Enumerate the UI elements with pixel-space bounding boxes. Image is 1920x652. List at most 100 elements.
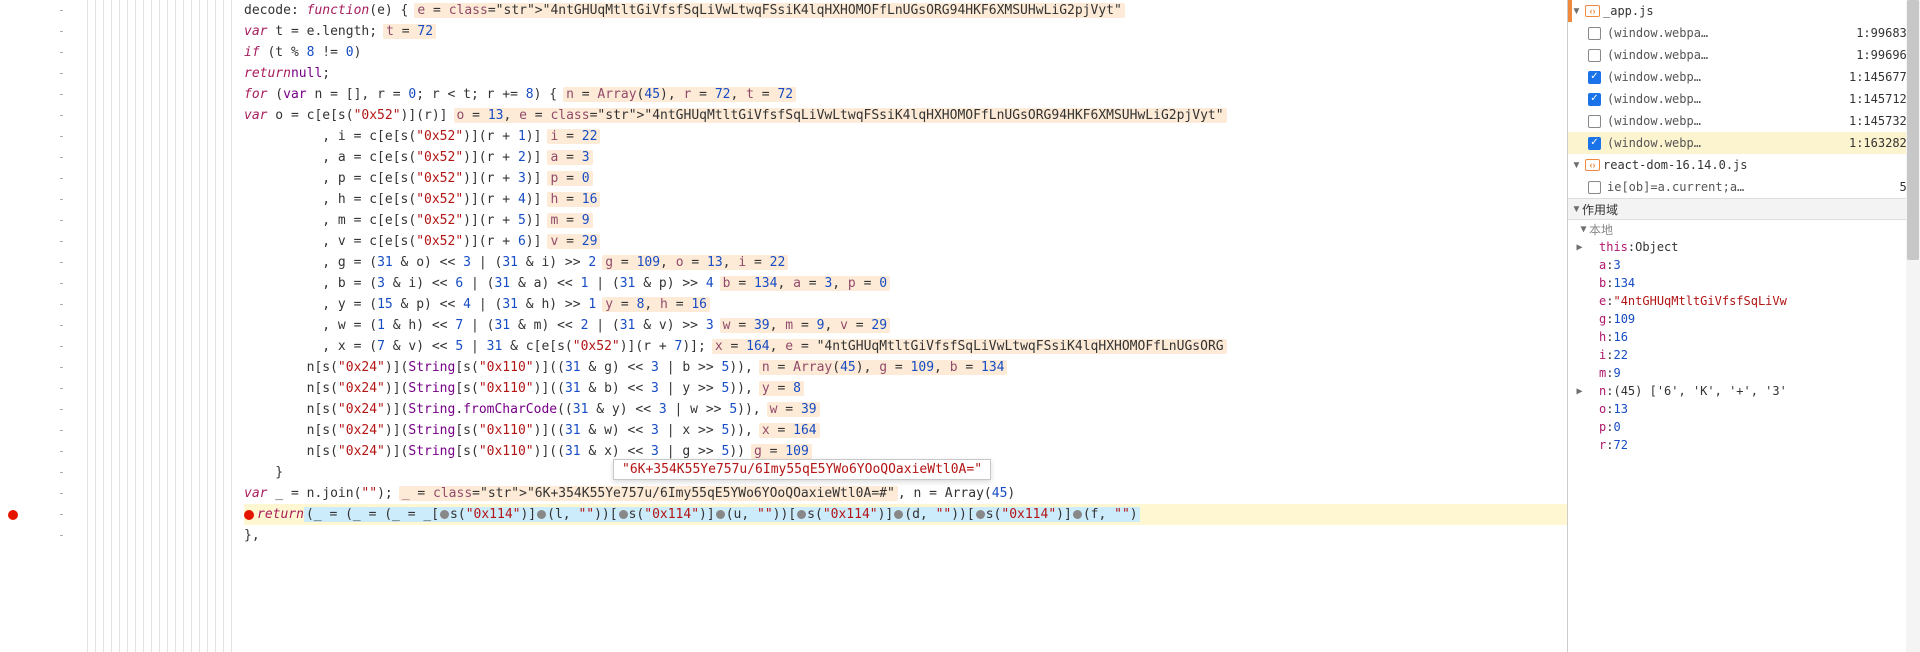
scope-variable[interactable]: m: 9 (1568, 364, 1920, 382)
var-value: 22 (1613, 348, 1627, 362)
chevron-icon[interactable]: ▼ (1571, 6, 1582, 17)
scope-variable[interactable]: ▶n: (45) ['6', 'K', '+', '3' (1568, 382, 1920, 400)
breakpoint-item[interactable]: (window.webp…1:1457126 (1568, 88, 1920, 110)
code-line[interactable]: n[s("0x24")](String[s("0x110")]((31 & w)… (244, 420, 1567, 441)
breakpoint-gutter[interactable] (0, 0, 36, 652)
file-name: _app.js (1603, 4, 1654, 18)
code-line[interactable]: return (_ = (_ = (_ = _[s("0x114")](l, "… (244, 504, 1567, 525)
breakpoint-item[interactable]: (window.webpa…1:996967 (1568, 44, 1920, 66)
breakpoint-checkbox[interactable] (1588, 49, 1601, 62)
breakpoint-label: ie[ob]=a.current;a… (1607, 180, 1894, 194)
file-group-header[interactable]: ▼‹›react-dom-16.14.0.js (1568, 154, 1920, 176)
var-name: g (1599, 312, 1606, 326)
scope-variable[interactable]: r: 72 (1568, 436, 1920, 454)
chevron-icon[interactable]: ▼ (1571, 160, 1582, 171)
code-line[interactable]: }, (244, 525, 1567, 546)
code-line[interactable]: var o = c[e[s("0x52")](r)]o = 13, e = cl… (244, 105, 1567, 126)
breakpoint-checkbox[interactable] (1588, 181, 1601, 194)
var-name: m (1599, 366, 1606, 380)
inline-eval: o = 13, e = class="str">"4ntGHUqMtltGiVf… (454, 108, 1227, 123)
scope-variable[interactable]: p: 0 (1568, 418, 1920, 436)
var-value: 13 (1613, 402, 1627, 416)
paused-marker (244, 510, 254, 520)
breakpoint-item[interactable]: ie[ob]=a.current;a…58 (1568, 176, 1920, 198)
var-name: r (1599, 438, 1606, 452)
scope-variable[interactable]: o: 13 (1568, 400, 1920, 418)
js-file-icon: ‹› (1585, 5, 1600, 17)
inline-eval: y = 8, h = 16 (602, 297, 710, 312)
breakpoint-label: (window.webpa… (1607, 26, 1850, 40)
code-line[interactable]: decode: function(e) {e = class="str">"4n… (244, 0, 1567, 21)
scope-variable[interactable]: h: 16 (1568, 328, 1920, 346)
scope-local-header[interactable]: ▼ 本地 (1568, 220, 1920, 238)
var-name: i (1599, 348, 1606, 362)
code-line[interactable]: , v = c[e[s("0x52")](r + 6)]v = 29 (244, 231, 1567, 252)
code-line[interactable]: , w = (1 & h) << 7 | (31 & m) << 2 | (31… (244, 315, 1567, 336)
breakpoint-label: (window.webp… (1607, 136, 1843, 150)
breakpoint-checkbox[interactable] (1588, 71, 1601, 84)
code-line[interactable]: , x = (7 & v) << 5 | 31 & c[e[s("0x52")]… (244, 336, 1567, 357)
code-line[interactable]: var _ = n.join("");_ = class="str">"6K+3… (244, 483, 1567, 504)
breakpoint-checkbox[interactable] (1588, 27, 1601, 40)
scrollbar-thumb[interactable] (1907, 0, 1919, 260)
scope-local-title: 本地 (1589, 221, 1613, 238)
code-line[interactable]: n[s("0x24")](String[s("0x110")]((31 & b)… (244, 378, 1567, 399)
code-line[interactable]: return null; (244, 63, 1567, 84)
code-line[interactable]: n[s("0x24")](String[s("0x110")]((31 & g)… (244, 357, 1567, 378)
var-name: this (1599, 240, 1628, 254)
breakpoint-checkbox[interactable] (1588, 115, 1601, 128)
value-tooltip: "6K+354K55Ye757u/6Imy55qE5YWo6YOoQOaxieW… (613, 459, 991, 480)
code-line[interactable]: , i = c[e[s("0x52")](r + 1)]i = 22 (244, 126, 1567, 147)
scope-variable[interactable]: g: 109 (1568, 310, 1920, 328)
inline-eval: e = class="str">"4ntGHUqMtltGiVfsfSqLiVw… (414, 3, 1124, 18)
scope-variable[interactable]: b: 134 (1568, 274, 1920, 292)
file-group-header[interactable]: ▼‹›_app.js (1568, 0, 1920, 22)
var-name: h (1599, 330, 1606, 344)
breakpoint-item[interactable]: (window.webp…1:1457324 (1568, 110, 1920, 132)
scope-variable[interactable]: ▶this: Object (1568, 238, 1920, 256)
code-line[interactable]: , m = c[e[s("0x52")](r + 5)]m = 9 (244, 210, 1567, 231)
breakpoint-label: (window.webp… (1607, 70, 1843, 84)
code-line[interactable]: , g = (31 & o) << 3 | (31 & i) >> 2g = 1… (244, 252, 1567, 273)
var-value: 109 (1613, 312, 1635, 326)
scope-variable[interactable]: a: 3 (1568, 256, 1920, 274)
code-line[interactable]: var t = e.length;t = 72 (244, 21, 1567, 42)
breakpoint-checkbox[interactable] (1588, 137, 1601, 150)
var-value: 16 (1613, 330, 1627, 344)
code-line[interactable]: , b = (3 & i) << 6 | (31 & a) << 1 | (31… (244, 273, 1567, 294)
expand-icon[interactable]: ▶ (1574, 386, 1585, 397)
scope-section-header[interactable]: ▼ 作用域 (1568, 198, 1920, 220)
breakpoint-label: (window.webp… (1607, 92, 1843, 106)
code-line[interactable]: for (var n = [], r = 0; r < t; r += 8) {… (244, 84, 1567, 105)
active-file-marker (1568, 0, 1572, 22)
breakpoint-item[interactable]: (window.webpa…1:996834 (1568, 22, 1920, 44)
scope-title: 作用域 (1582, 201, 1618, 218)
var-name: n (1599, 384, 1606, 398)
chevron-down-icon[interactable]: ▼ (1571, 204, 1582, 215)
inline-eval: n = Array(45), r = 72, t = 72 (563, 87, 796, 102)
breakpoint-item[interactable]: (window.webp…1:1632823 (1568, 132, 1920, 154)
inline-eval: y = 8 (759, 381, 804, 396)
scope-variable[interactable]: i: 22 (1568, 346, 1920, 364)
expand-icon[interactable]: ▶ (1574, 242, 1585, 253)
inline-eval: h = 16 (547, 192, 600, 207)
var-value: 0 (1613, 420, 1620, 434)
inline-eval: i = 22 (547, 129, 600, 144)
code-line[interactable]: , a = c[e[s("0x52")](r + 2)]a = 3 (244, 147, 1567, 168)
code-editor[interactable]: decode: function(e) {e = class="str">"4n… (240, 0, 1567, 652)
code-line[interactable]: , h = c[e[s("0x52")](r + 4)]h = 16 (244, 189, 1567, 210)
code-line[interactable]: , p = c[e[s("0x52")](r + 3)]p = 0 (244, 168, 1567, 189)
var-name: b (1599, 276, 1606, 290)
scope-variable[interactable]: e: "4ntGHUqMtltGiVfsfSqLiVw (1568, 292, 1920, 310)
breakpoint-checkbox[interactable] (1588, 93, 1601, 106)
var-name: p (1599, 420, 1606, 434)
inline-eval: w = 39 (767, 402, 820, 417)
code-line[interactable]: if (t % 8 != 0) (244, 42, 1567, 63)
inline-eval: x = 164 (759, 423, 820, 438)
breakpoint-item[interactable]: (window.webp…1:1456779 (1568, 66, 1920, 88)
code-line[interactable]: n[s("0x24")](String.fromCharCode((31 & y… (244, 399, 1567, 420)
breakpoint-marker[interactable] (8, 510, 18, 520)
code-line[interactable]: , y = (15 & p) << 4 | (31 & h) >> 1y = 8… (244, 294, 1567, 315)
chevron-down-icon[interactable]: ▼ (1578, 224, 1589, 235)
scrollbar[interactable] (1906, 0, 1920, 652)
